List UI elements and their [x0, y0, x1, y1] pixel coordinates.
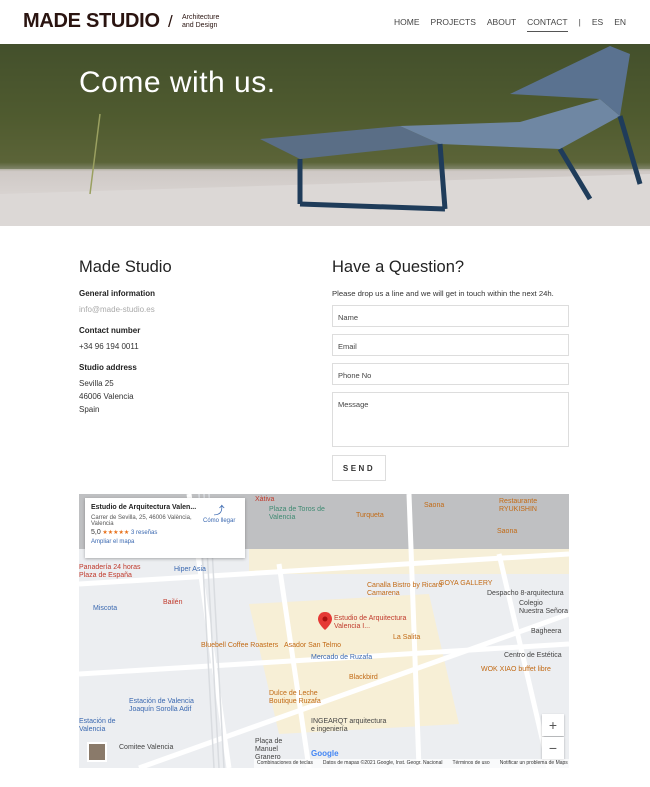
map-label: Dulce de Leche Boutique Ruzafa — [269, 690, 321, 705]
address-line: Sevilla 25 — [79, 379, 114, 388]
map-label: La Salita — [393, 634, 421, 641]
map-label: Centro de Estética — [504, 652, 562, 659]
studio-address: Sevilla 25 46006 Valencia Spain — [79, 377, 172, 416]
map-label: Canalla Bistro by Ricard Camarena — [367, 582, 443, 597]
report-problem-link[interactable]: Notificar un problema de Maps — [500, 759, 568, 768]
studio-title: Made Studio — [79, 258, 172, 276]
place-info-card: Estudio de Arquitectura Valen... Carrer … — [85, 498, 245, 558]
message-textarea[interactable]: Message — [332, 392, 569, 447]
map-label: Panadería 24 horas — [79, 564, 141, 571]
map-label: Miscota — [93, 605, 118, 612]
form-intro: Please drop us a line and we will get in… — [332, 289, 554, 298]
hero-banner: Come with us. — [0, 44, 650, 226]
map-label: Asador San Telmo — [284, 642, 342, 649]
email-link[interactable]: info@made-studio.es — [79, 303, 172, 316]
place-rating: 5,0 — [91, 529, 101, 536]
map-label: Mercado de Ruzafa — [311, 654, 373, 661]
keyboard-shortcuts-link[interactable]: Combinaciones de teclas — [257, 759, 313, 768]
map-label: WOK XIAO buffet libre — [481, 666, 551, 673]
map-data-attribution: Datos de mapas ©2021 Google, Inst. Geogr… — [322, 760, 443, 766]
nav-contact[interactable]: CONTACT — [527, 17, 568, 32]
map-label: Turqueta — [356, 512, 384, 519]
studio-address-label: Studio address — [79, 363, 137, 372]
header: MADE STUDIO / Architecture and Design HOM… — [0, 0, 650, 44]
phone-input[interactable]: Phone No — [332, 363, 569, 385]
google-logo: Google — [311, 749, 339, 758]
zoom-out-button[interactable]: − — [542, 737, 564, 759]
general-info-label: General information — [79, 289, 156, 298]
map-label: INGEARQT arquitectura e ingeniería — [311, 718, 387, 733]
map-label: Saona — [424, 502, 445, 509]
map-footer: Combinaciones de teclas Datos de mapas ©… — [254, 759, 569, 768]
nav-home[interactable]: HOME — [394, 17, 420, 32]
map-label: Estación de Valencia — [79, 718, 116, 733]
map-pin-icon[interactable] — [318, 612, 332, 630]
logo-slash: / — [168, 12, 173, 31]
satellite-toggle[interactable] — [87, 742, 107, 762]
nav-projects[interactable]: PROJECTS — [431, 17, 476, 32]
send-button[interactable]: SEND — [332, 455, 386, 481]
map-label: Bluebell Coffee Roasters — [201, 642, 279, 649]
map-label: Xàtiva — [255, 496, 275, 503]
lang-es[interactable]: ES — [592, 17, 603, 32]
nav-about[interactable]: ABOUT — [487, 17, 516, 32]
logo[interactable]: MADE STUDIO — [23, 10, 160, 33]
directions-button[interactable]: ⤴ Cómo llegar — [203, 502, 235, 524]
rating-stars: ★★★★★ — [102, 530, 130, 536]
map-label: Bailén — [163, 599, 183, 606]
contact-number-label: Contact number — [79, 326, 141, 335]
map-label: Plaza de Toros de Valencia — [269, 506, 325, 521]
place-address: Carrer de Sevilla, 25, 46006 València, V… — [91, 515, 192, 527]
google-map[interactable]: Xàtiva Plaza de Toros de Valencia Turque… — [79, 494, 569, 768]
zoom-in-button[interactable]: + — [542, 714, 564, 736]
hero-title: Come with us. — [79, 66, 276, 99]
lang-en[interactable]: EN — [614, 17, 626, 32]
terms-link[interactable]: Términos de uso — [452, 759, 489, 768]
map-label: Estación de Valencia Joaquín Sorolla Adi… — [129, 698, 194, 713]
map-label: Despacho 8-arquitectura — [487, 590, 564, 597]
map-label: Restaurante RYUKISHIN — [499, 498, 538, 513]
map-label: Comitee Valencia — [119, 744, 174, 751]
tagline-line: and Design — [182, 22, 218, 29]
map-label: Colegio Nuestra Señora — [519, 600, 569, 615]
name-input[interactable]: Name — [332, 305, 569, 327]
main-nav: HOME PROJECTS ABOUT CONTACT | ES EN — [394, 17, 626, 32]
map-pin-label[interactable]: Estudio de Arquitectura Valencia I... — [334, 615, 424, 631]
phone-number[interactable]: +34 96 194 0011 — [79, 340, 172, 353]
tagline: Architecture and Design — [182, 14, 219, 30]
enlarge-map-link[interactable]: Ampliar el mapa — [91, 539, 239, 545]
directions-icon: ⤴ — [213, 505, 225, 517]
form-title: Have a Question? — [332, 258, 465, 276]
email-input[interactable]: Email — [332, 334, 569, 356]
directions-label: Cómo llegar — [203, 518, 236, 524]
reviews-link[interactable]: 3 reseñas — [131, 530, 157, 536]
map-label: Hiper Asia — [174, 566, 206, 573]
tagline-line: Architecture — [182, 14, 220, 21]
map-label: GOYA GALLERY — [439, 580, 493, 587]
nav-divider: | — [578, 17, 581, 27]
address-line: Spain — [79, 405, 100, 414]
map-label: Bagheera — [531, 628, 562, 635]
address-line: 46006 Valencia — [79, 392, 134, 401]
studio-info: Made Studio General information info@mad… — [79, 258, 172, 416]
map-label: Saona — [497, 528, 518, 535]
contact-form: Have a Question? Please drop us a line a… — [332, 258, 569, 481]
map-label: Plaza de España — [79, 572, 132, 579]
map-label: Blackbird — [349, 674, 378, 681]
